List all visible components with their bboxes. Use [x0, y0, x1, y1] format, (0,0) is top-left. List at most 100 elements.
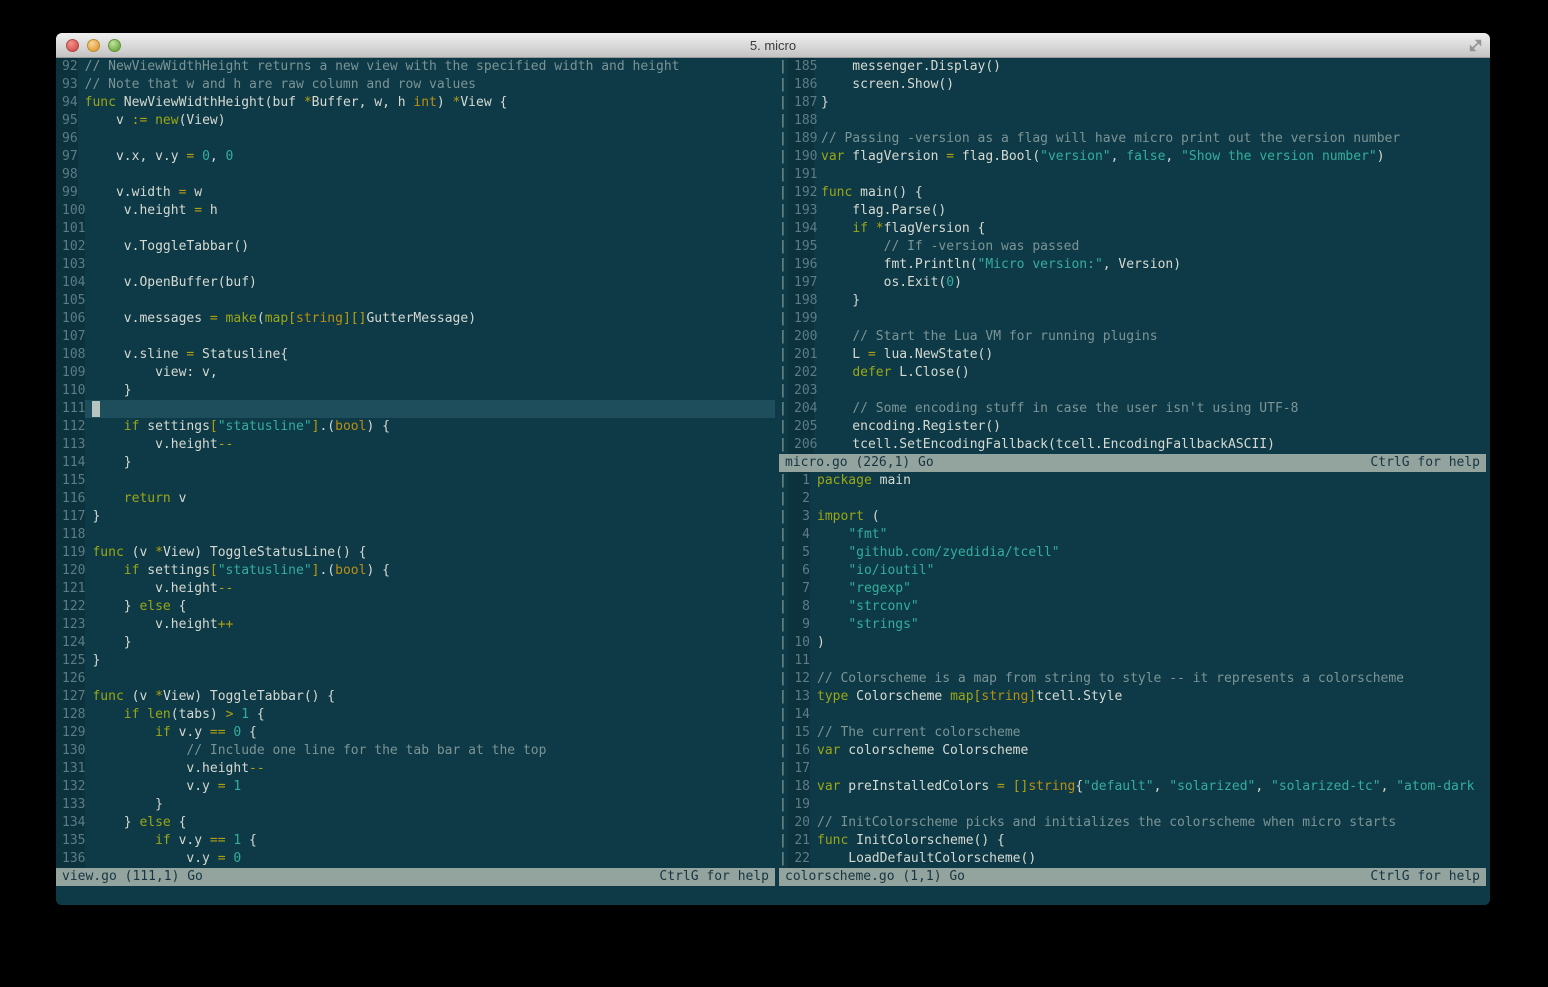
code-line[interactable]: 101 — [56, 220, 775, 238]
code-line[interactable]: |10) — [779, 634, 1486, 652]
code-line[interactable]: |2 — [779, 490, 1486, 508]
code-line[interactable]: 106 v.messages = make(map[string][]Gutte… — [56, 310, 775, 328]
code-line[interactable]: |197 os.Exit(0) — [779, 274, 1486, 292]
code-line[interactable]: 105 — [56, 292, 775, 310]
code-line[interactable]: |188 — [779, 112, 1486, 130]
code-line[interactable]: |9 "strings" — [779, 616, 1486, 634]
code-line[interactable]: |13type Colorscheme map[string]tcell.Sty… — [779, 688, 1486, 706]
code-line[interactable]: 126 — [56, 670, 775, 688]
code-line[interactable]: 96 — [56, 130, 775, 148]
code-line[interactable]: 112 if settings["statusline"].(bool) { — [56, 418, 775, 436]
zoom-button[interactable] — [108, 39, 121, 52]
code-line[interactable]: 102 v.ToggleTabbar() — [56, 238, 775, 256]
code-line[interactable]: |18var preInstalledColors = []string{"de… — [779, 778, 1486, 796]
code-line[interactable]: 113 v.height-- — [56, 436, 775, 454]
code-line[interactable]: 93// Note that w and h are raw column an… — [56, 76, 775, 94]
code-line[interactable]: |190var flagVersion = flag.Bool("version… — [779, 148, 1486, 166]
close-button[interactable] — [66, 39, 79, 52]
code-line[interactable]: 127func (v *View) ToggleTabbar() { — [56, 688, 775, 706]
code-line[interactable]: |206 tcell.SetEncodingFallback(tcell.Enc… — [779, 436, 1486, 454]
code-line[interactable]: 135 if v.y == 1 { — [56, 832, 775, 850]
code-line[interactable]: 97 v.x, v.y = 0, 0 — [56, 148, 775, 166]
code-line[interactable]: 107 — [56, 328, 775, 346]
code-line[interactable]: 98 — [56, 166, 775, 184]
code-text — [814, 382, 1486, 400]
code-line[interactable]: |200 // Start the Lua VM for running plu… — [779, 328, 1486, 346]
code-line[interactable]: |186 screen.Show() — [779, 76, 1486, 94]
code-line[interactable]: |5 "github.com/zyedidia/tcell" — [779, 544, 1486, 562]
code-line[interactable]: |194 if *flagVersion { — [779, 220, 1486, 238]
code-line[interactable]: |202 defer L.Close() — [779, 364, 1486, 382]
code-line[interactable]: |14 — [779, 706, 1486, 724]
code-line[interactable]: |204 // Some encoding stuff in case the … — [779, 400, 1486, 418]
code-line[interactable]: 114 } — [56, 454, 775, 472]
code-line[interactable]: |17 — [779, 760, 1486, 778]
editor-pane-colorscheme-go[interactable]: |1package main|2|3import (|4 "fmt"|5 "gi… — [779, 472, 1486, 868]
code-line[interactable]: |3import ( — [779, 508, 1486, 526]
code-line[interactable]: 109 view: v, — [56, 364, 775, 382]
editor-pane-view-go[interactable]: 92// NewViewWidthHeight returns a new vi… — [56, 58, 775, 868]
code-line[interactable]: |192func main() { — [779, 184, 1486, 202]
code-line[interactable]: 104 v.OpenBuffer(buf) — [56, 274, 775, 292]
code-line[interactable]: 125} — [56, 652, 775, 670]
code-line[interactable]: |4 "fmt" — [779, 526, 1486, 544]
code-line[interactable]: 108 v.sline = Statusline{ — [56, 346, 775, 364]
code-line[interactable]: 103 — [56, 256, 775, 274]
resize-icon[interactable] — [1468, 38, 1483, 53]
code-line[interactable]: 123 v.height++ — [56, 616, 775, 634]
code-line[interactable]: 122 } else { — [56, 598, 775, 616]
editor-pane-micro-go[interactable]: |185 messenger.Display()|186 screen.Show… — [779, 58, 1486, 454]
code-line[interactable]: |21func InitColorscheme() { — [779, 832, 1486, 850]
code-line[interactable]: 131 v.height-- — [56, 760, 775, 778]
code-line[interactable]: |195 // If -version was passed — [779, 238, 1486, 256]
code-line[interactable]: 119func (v *View) ToggleStatusLine() { — [56, 544, 775, 562]
code-line[interactable]: 95 v := new(View) — [56, 112, 775, 130]
code-line[interactable]: 128 if len(tabs) > 1 { — [56, 706, 775, 724]
code-line[interactable]: |8 "strconv" — [779, 598, 1486, 616]
code-line[interactable]: 136 v.y = 0 — [56, 850, 775, 868]
code-line[interactable]: |203 — [779, 382, 1486, 400]
code-line[interactable]: |196 fmt.Println("Micro version:", Versi… — [779, 256, 1486, 274]
code-line[interactable]: 117} — [56, 508, 775, 526]
code-line[interactable]: 92// NewViewWidthHeight returns a new vi… — [56, 58, 775, 76]
code-line[interactable]: |198 } — [779, 292, 1486, 310]
code-line[interactable]: |189// Passing -version as a flag will h… — [779, 130, 1486, 148]
code-token: // Start the Lua VM for running plugins — [852, 329, 1157, 344]
code-line[interactable]: 115 — [56, 472, 775, 490]
code-line[interactable]: |1package main — [779, 472, 1486, 490]
minimize-button[interactable] — [87, 39, 100, 52]
code-line[interactable]: |185 messenger.Display() — [779, 58, 1486, 76]
code-line[interactable]: 120 if settings["statusline"].(bool) { — [56, 562, 775, 580]
code-line[interactable]: 133 } — [56, 796, 775, 814]
code-line[interactable]: |6 "io/ioutil" — [779, 562, 1486, 580]
code-line[interactable]: |11 — [779, 652, 1486, 670]
code-line[interactable]: |199 — [779, 310, 1486, 328]
code-line[interactable]: |16var colorscheme Colorscheme — [779, 742, 1486, 760]
code-line[interactable]: 121 v.height-- — [56, 580, 775, 598]
code-line[interactable]: 100 v.height = h — [56, 202, 775, 220]
code-line[interactable]: 94func NewViewWidthHeight(buf *Buffer, w… — [56, 94, 775, 112]
code-line[interactable]: 99 v.width = w — [56, 184, 775, 202]
code-line[interactable]: |12// Colorscheme is a map from string t… — [779, 670, 1486, 688]
code-line[interactable]: |201 L = lua.NewState() — [779, 346, 1486, 364]
code-token — [92, 707, 123, 722]
code-line[interactable]: 129 if v.y == 0 { — [56, 724, 775, 742]
code-line[interactable]: 134 } else { — [56, 814, 775, 832]
code-line[interactable]: 132 v.y = 1 — [56, 778, 775, 796]
title-bar[interactable]: 5. micro — [56, 33, 1490, 58]
code-line[interactable]: |191 — [779, 166, 1486, 184]
code-line[interactable]: |205 encoding.Register() — [779, 418, 1486, 436]
code-line[interactable]: |7 "regexp" — [779, 580, 1486, 598]
code-line[interactable]: 118 — [56, 526, 775, 544]
code-line[interactable]: |193 flag.Parse() — [779, 202, 1486, 220]
code-line[interactable]: |187} — [779, 94, 1486, 112]
code-line[interactable]: |15// The current colorscheme — [779, 724, 1486, 742]
code-line[interactable]: 130 // Include one line for the tab bar … — [56, 742, 775, 760]
code-line[interactable]: |22 LoadDefaultColorscheme() — [779, 850, 1486, 868]
code-line[interactable]: |19 — [779, 796, 1486, 814]
code-line[interactable]: 124 } — [56, 634, 775, 652]
code-line[interactable]: 116 return v — [56, 490, 775, 508]
code-line[interactable]: 111 — [56, 400, 775, 418]
code-line[interactable]: |20// InitColorscheme picks and initiali… — [779, 814, 1486, 832]
code-line[interactable]: 110 } — [56, 382, 775, 400]
